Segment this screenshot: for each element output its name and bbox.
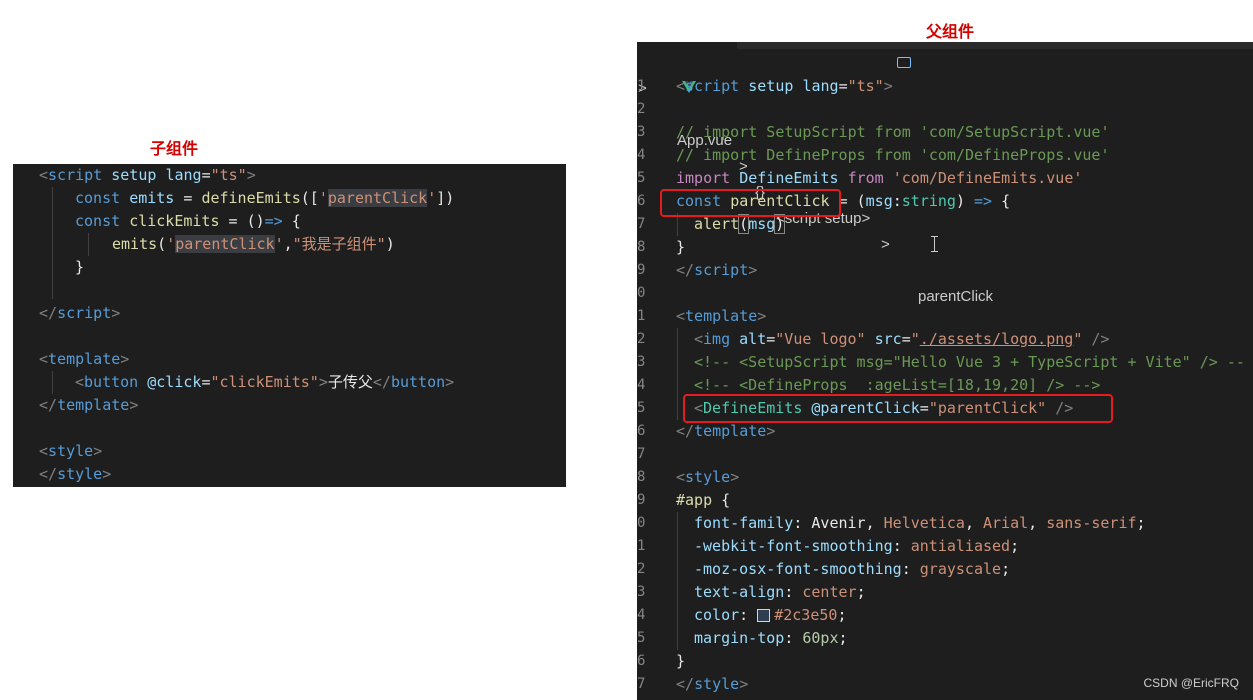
code-line: </script> xyxy=(676,261,758,279)
indent-guide xyxy=(88,233,89,256)
editor-tab-strip xyxy=(737,42,1253,49)
line-number: 1 xyxy=(637,308,646,324)
line-number: 6 xyxy=(637,193,646,209)
line-number: 4 xyxy=(637,377,646,393)
code-line: // import SetupScript from 'com/SetupScr… xyxy=(676,123,1110,141)
line-number: 9 xyxy=(637,492,646,508)
code-line: <img alt="Vue logo" src="./assets/logo.p… xyxy=(694,330,1110,348)
child-code-panel: <script setup lang="ts"> const emits = d… xyxy=(13,164,566,487)
line-number: 1 xyxy=(637,78,646,94)
code-line: emits('parentClick',"我是子组件") xyxy=(112,235,395,253)
code-line: text-align: center; xyxy=(694,583,866,601)
parent-caption: 父组件 xyxy=(926,22,975,41)
code-line: color: #2c3e50; xyxy=(694,606,847,624)
line-number: 5 xyxy=(637,400,646,416)
asset-link[interactable]: ./assets/logo.png xyxy=(920,330,1074,348)
parent-editor[interactable]: > App.vue > {} <script setup> > parentCl… xyxy=(637,42,1253,700)
text-cursor-icon xyxy=(895,218,939,252)
code-line: } xyxy=(676,652,686,670)
code-line: } xyxy=(75,258,85,276)
line-number: 8 xyxy=(637,469,646,485)
highlight-box xyxy=(660,189,841,217)
line-number: 2 xyxy=(637,561,646,577)
line-number: 6 xyxy=(637,423,646,439)
code-line: font-family: Avenir, Helvetica, Arial, s… xyxy=(694,514,1146,532)
line-number: 2 xyxy=(637,331,646,347)
line-number: 9 xyxy=(637,262,646,278)
line-number: 3 xyxy=(637,584,646,600)
line-number: 3 xyxy=(637,124,646,140)
line-number: 3 xyxy=(637,354,646,370)
code-line: <script setup lang="ts"> xyxy=(676,77,893,95)
line-number: 4 xyxy=(637,147,646,163)
code-line: // import DefineProps from 'com/DefinePr… xyxy=(676,146,1110,164)
indent-guide xyxy=(52,187,53,299)
line-number: 0 xyxy=(637,515,646,531)
code-line: </script> xyxy=(39,304,121,322)
indent-guide xyxy=(677,512,678,650)
breadcrumb[interactable]: > App.vue > {} <script setup> > parentCl… xyxy=(637,50,1252,305)
code-line: const emits = defineEmits(['parentClick'… xyxy=(75,189,455,207)
code-line: margin-top: 60px; xyxy=(694,629,848,647)
indent-guide xyxy=(52,371,53,394)
code-line: } xyxy=(676,238,686,256)
code-line: </style> xyxy=(39,465,112,483)
line-number: 4 xyxy=(637,607,646,623)
breadcrumb-symbol[interactable]: parentClick xyxy=(918,284,993,310)
color-swatch[interactable] xyxy=(757,609,771,622)
line-number: 5 xyxy=(637,170,646,186)
code-line: -moz-osx-font-smoothing: grayscale; xyxy=(694,560,1011,578)
code-line: <template> xyxy=(39,350,130,368)
highlighted-text: parentClick xyxy=(175,235,275,253)
code-line: <style> xyxy=(676,468,740,486)
line-number: 7 xyxy=(637,446,646,462)
code-line: const clickEmits = ()=> { xyxy=(75,212,301,230)
code-line: -webkit-font-smoothing: antialiased; xyxy=(694,537,1020,555)
line-number: 7 xyxy=(637,676,646,692)
code-line: <template> xyxy=(676,307,767,325)
watermark: CSDN @EricFRQ xyxy=(1143,676,1239,690)
line-number: 8 xyxy=(637,239,646,255)
child-caption: 子组件 xyxy=(150,139,199,158)
code-line: <style> xyxy=(39,442,103,460)
code-line: import DefineEmits from 'com/DefineEmits… xyxy=(676,169,1083,187)
code-line: <script setup lang="ts"> xyxy=(39,166,256,184)
line-number: 1 xyxy=(637,538,646,554)
code-line: <!-- <SetupScript msg="Hello Vue 3 + Typ… xyxy=(694,353,1245,371)
line-number: 6 xyxy=(637,653,646,669)
line-number: 2 xyxy=(637,101,646,117)
highlight-box xyxy=(683,394,1113,423)
indent-guide xyxy=(677,328,678,420)
line-number: 5 xyxy=(637,630,646,646)
highlighted-text: parentClick xyxy=(327,189,428,207)
line-number-gutter: 1 2 3 4 5 6 7 8 9 0 1 2 3 4 5 6 7 8 9 0 … xyxy=(637,75,673,692)
line-number: 7 xyxy=(637,216,646,232)
line-number: 0 xyxy=(637,285,646,301)
code-line: </template> xyxy=(39,396,139,414)
code-line: #app { xyxy=(676,491,731,509)
chevron-right-icon: > xyxy=(881,236,890,253)
code-line: </style> xyxy=(676,675,749,693)
code-line: <button @click="clickEmits">子传父</button> xyxy=(75,373,455,391)
variable-icon xyxy=(897,57,911,68)
code-line: </template> xyxy=(676,422,776,440)
